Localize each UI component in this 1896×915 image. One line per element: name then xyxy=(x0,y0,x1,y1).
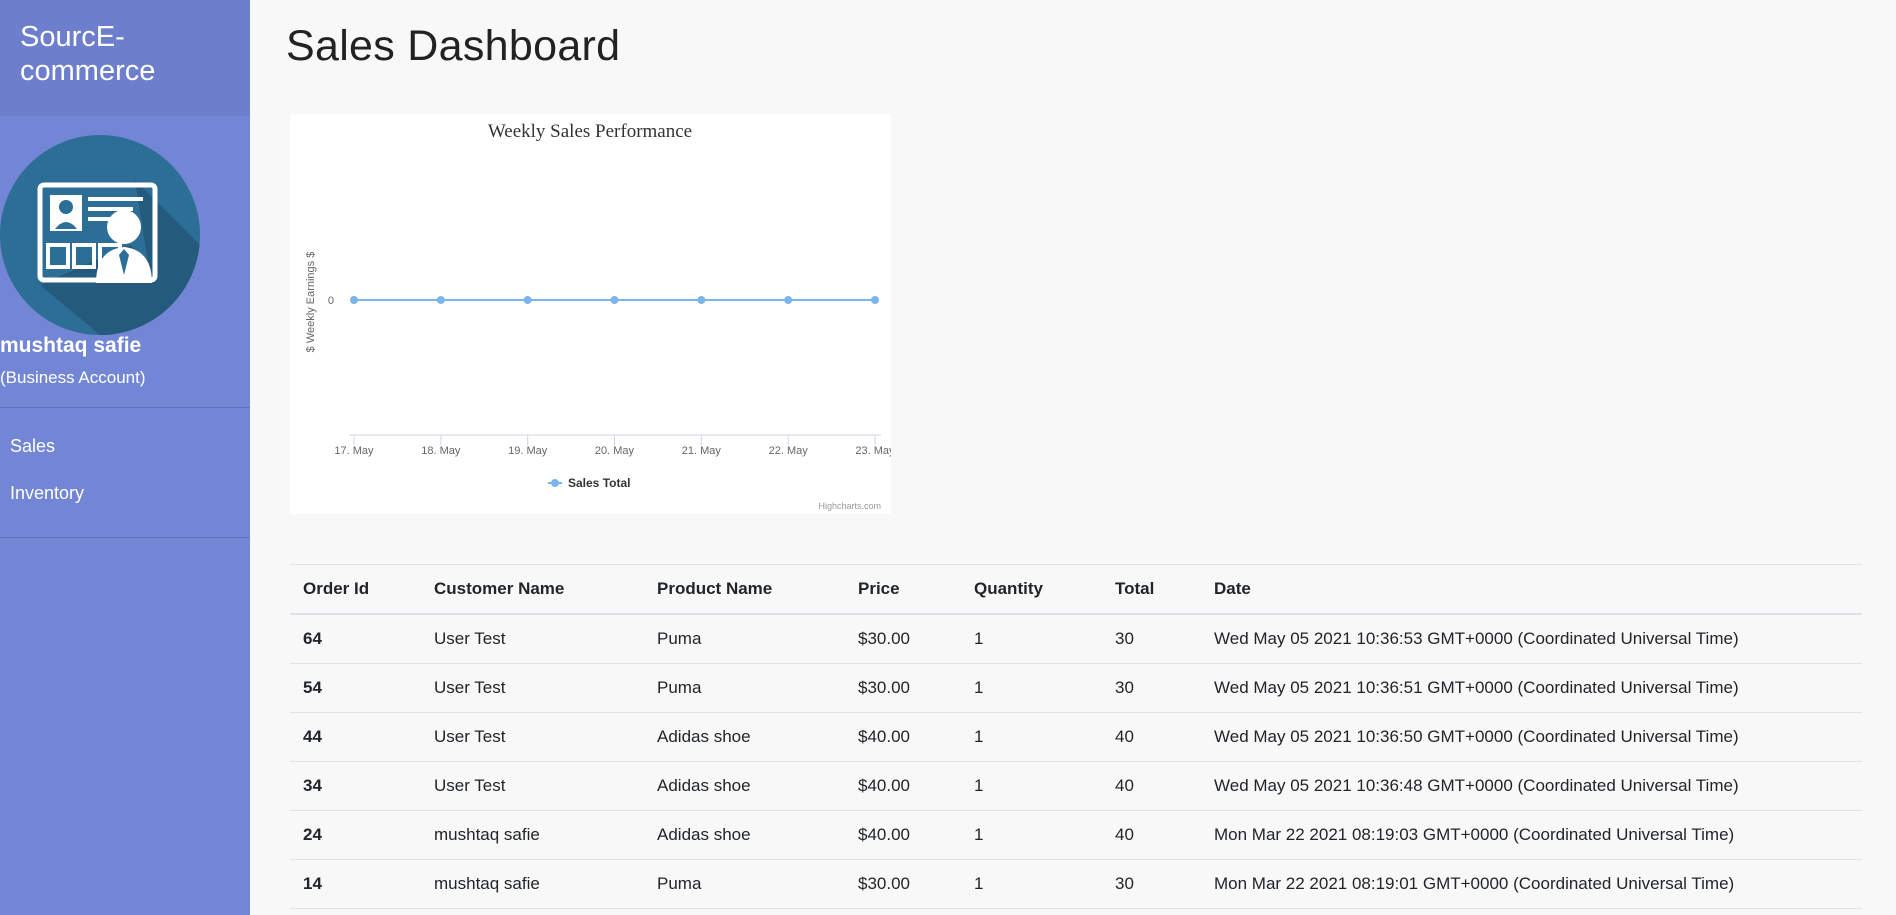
table-cell: $30.00 xyxy=(845,663,961,713)
table-cell: User Test xyxy=(421,663,644,713)
table-cell: Wed May 05 2021 10:36:48 GMT+0000 (Coord… xyxy=(1201,761,1862,811)
table-cell: 40 xyxy=(1102,810,1201,860)
table-cell: 30 xyxy=(1102,663,1201,713)
table-cell: User Test xyxy=(421,613,644,664)
legend[interactable]: Sales Total xyxy=(548,476,630,490)
column-header: Total xyxy=(1102,564,1201,615)
column-header: Product Name xyxy=(644,564,845,615)
x-tick-label: 23. May xyxy=(855,445,891,457)
table-cell: User Test xyxy=(421,761,644,811)
sales-chart: Weekly Sales Performance $ Weekly Earnin… xyxy=(290,114,891,514)
page-title: Sales Dashboard xyxy=(286,22,621,70)
chart-svg: Weekly Sales Performance $ Weekly Earnin… xyxy=(305,121,891,511)
data-point[interactable] xyxy=(436,296,445,304)
user-name: mushtaq safie xyxy=(0,334,142,357)
table-cell: 40 xyxy=(1102,712,1201,762)
divider xyxy=(0,407,250,408)
table-cell: 34 xyxy=(290,761,421,811)
table-cell: $40.00 xyxy=(845,810,961,860)
table-cell: Mon Mar 22 2021 08:19:01 GMT+0000 (Coord… xyxy=(1201,859,1862,909)
table-cell: Adidas shoe xyxy=(644,712,845,762)
column-header: Quantity xyxy=(961,564,1102,615)
table-header-row: Order Id Customer Name Product Name Price Qu… xyxy=(290,564,1862,615)
table-cell: mushtaq safie xyxy=(421,810,644,860)
table-cell: $30.00 xyxy=(845,859,961,909)
table-cell: Wed May 05 2021 10:36:51 GMT+0000 (Coord… xyxy=(1201,663,1862,713)
brand-line-2: commerce xyxy=(20,55,156,87)
table-cell: 14 xyxy=(290,859,421,909)
table-row[interactable]: 44 User Test Adidas shoe $40.00 1 40 Wed May 0… xyxy=(290,712,1862,762)
table-cell: 24 xyxy=(290,810,421,860)
data-point[interactable] xyxy=(350,296,358,304)
brand-logo[interactable]: SourcE- commerce xyxy=(0,0,250,116)
table-row[interactable]: 24 mushtaq safie Adidas shoe $40.00 1 40 Mon M… xyxy=(290,810,1862,860)
sidebar: SourcE- commerce mushtaq safie (Business… xyxy=(0,0,250,915)
x-tick-label: 18. May xyxy=(421,445,461,457)
data-point[interactable] xyxy=(610,296,619,304)
table-cell: Mon Mar 22 2021 08:19:03 GMT+0000 (Coord… xyxy=(1201,810,1862,860)
data-point[interactable] xyxy=(871,296,879,304)
table-cell: Puma xyxy=(644,613,845,664)
table-cell: 44 xyxy=(290,712,421,762)
table-cell: 1 xyxy=(961,613,1102,664)
nav-item-inventory[interactable]: Inventory xyxy=(10,483,84,504)
table-cell: 54 xyxy=(290,663,421,713)
table-cell: User Test xyxy=(421,712,644,762)
x-tick-label: 22. May xyxy=(769,445,809,457)
x-tick-label: 20. May xyxy=(595,445,635,457)
column-header: Price xyxy=(845,564,961,615)
divider xyxy=(0,537,250,538)
table-row[interactable]: 54 User Test Puma $30.00 1 30 Wed May 05 2021 … xyxy=(290,663,1862,713)
y-axis-label: $ Weekly Earnings $ xyxy=(305,252,317,353)
legend-label[interactable]: Sales Total xyxy=(568,476,630,490)
table-cell: 1 xyxy=(961,761,1102,811)
chart-title: Weekly Sales Performance xyxy=(488,121,692,142)
table-row[interactable]: 14 mushtaq safie Puma $30.00 1 30 Mon Mar 22 2… xyxy=(290,859,1862,909)
table-row[interactable]: 34 User Test Adidas shoe $40.00 1 40 Wed May 0… xyxy=(290,761,1862,811)
y-tick-label: 0 xyxy=(328,295,334,307)
table-cell: $40.00 xyxy=(845,761,961,811)
nav-item-sales[interactable]: Sales xyxy=(10,436,55,457)
table-cell: 40 xyxy=(1102,761,1201,811)
brand-line-1: SourcE- xyxy=(20,21,125,53)
table-cell: 30 xyxy=(1102,859,1201,909)
table-cell: Adidas shoe xyxy=(644,761,845,811)
table-cell: 1 xyxy=(961,810,1102,860)
data-point[interactable] xyxy=(523,296,532,304)
column-header: Customer Name xyxy=(421,564,644,615)
account-type: (Business Account) xyxy=(0,368,146,387)
table-cell: 30 xyxy=(1102,613,1201,664)
chart-credits[interactable]: Highcharts.com xyxy=(818,501,881,511)
table-cell: Wed May 05 2021 10:36:50 GMT+0000 (Coord… xyxy=(1201,712,1862,762)
column-header: Order Id xyxy=(290,564,421,615)
x-tick-label: 21. May xyxy=(682,445,722,457)
table-cell: mushtaq safie xyxy=(421,859,644,909)
business-profile-icon xyxy=(0,135,200,335)
x-tick-label: 19. May xyxy=(508,445,548,457)
data-point[interactable] xyxy=(784,296,793,304)
table-cell: Puma xyxy=(644,859,845,909)
table-row[interactable]: 64 User Test Puma $30.00 1 30 Wed May 05 2021 … xyxy=(290,613,1862,664)
table-cell: 1 xyxy=(961,712,1102,762)
avatar xyxy=(0,135,200,335)
data-point[interactable] xyxy=(697,296,706,304)
table-cell: Puma xyxy=(644,663,845,713)
x-tick-label: 17. May xyxy=(334,445,374,457)
sales-table: Order Id Customer Name Product Name Price Qu… xyxy=(290,564,1862,909)
table-cell: $40.00 xyxy=(845,712,961,762)
table-cell: 1 xyxy=(961,663,1102,713)
table-cell: Adidas shoe xyxy=(644,810,845,860)
column-header: Date xyxy=(1201,564,1862,615)
table-cell: 64 xyxy=(290,613,421,664)
table-cell: Wed May 05 2021 10:36:53 GMT+0000 (Coord… xyxy=(1201,613,1862,664)
table-cell: 1 xyxy=(961,859,1102,909)
table-cell: $30.00 xyxy=(845,613,961,664)
